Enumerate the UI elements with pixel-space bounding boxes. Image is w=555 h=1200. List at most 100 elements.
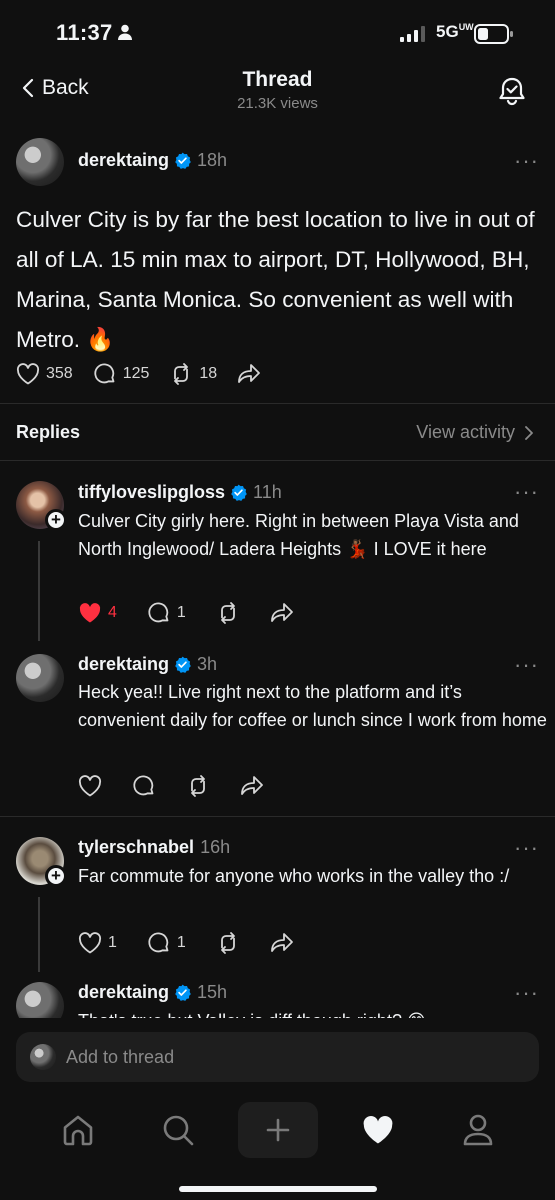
avatar[interactable] xyxy=(16,138,64,186)
network-label: 5GUW xyxy=(436,22,474,41)
repost-button[interactable] xyxy=(186,774,210,798)
plus-icon xyxy=(266,1118,290,1142)
follow-plus-icon[interactable]: + xyxy=(45,865,67,887)
reply-item: + tiffyloveslipgloss 11h ··· Culver City … xyxy=(0,461,555,644)
like-count: 1 xyxy=(108,934,117,951)
main-post: derektaing 18h ··· Culver City is by far … xyxy=(0,126,555,402)
avatar[interactable] xyxy=(16,654,64,702)
tab-home[interactable] xyxy=(38,1102,118,1158)
comment-icon xyxy=(133,775,154,796)
heart-icon xyxy=(78,775,102,797)
tab-profile[interactable] xyxy=(438,1102,518,1158)
comment-button[interactable]: 1 xyxy=(147,931,186,955)
thread-connector xyxy=(38,897,40,972)
like-count: 358 xyxy=(46,365,73,382)
person-icon xyxy=(118,24,132,40)
share-icon xyxy=(270,933,293,952)
tab-create[interactable] xyxy=(238,1102,318,1158)
reply-author-row: tylerschnabel 16h xyxy=(78,837,230,858)
reply-time: 3h xyxy=(197,654,218,674)
tab-activity[interactable] xyxy=(338,1102,418,1158)
follow-plus-icon[interactable]: + xyxy=(45,509,67,531)
share-icon xyxy=(270,603,293,622)
composer-placeholder: Add to thread xyxy=(66,1047,175,1067)
like-button[interactable]: 358 xyxy=(16,363,73,385)
post-time: 18h xyxy=(197,150,228,170)
comment-icon xyxy=(94,363,115,384)
share-button[interactable] xyxy=(240,775,264,797)
reply-time: 11h xyxy=(253,482,282,502)
heart-icon xyxy=(78,932,102,954)
share-icon xyxy=(241,776,263,795)
post-username[interactable]: derektaing xyxy=(78,150,169,170)
repost-count: 18 xyxy=(199,365,218,382)
verified-badge-icon xyxy=(175,656,191,673)
more-options-icon[interactable]: ··· xyxy=(514,835,539,861)
reply-text: That's true but Valley is diff though ri… xyxy=(78,1008,548,1018)
reply-item: derektaing 3h ··· Heck yea!! Live right n… xyxy=(0,644,555,816)
repost-button[interactable] xyxy=(216,601,240,625)
view-activity-link[interactable]: View activity xyxy=(416,422,533,443)
post-text: Culver City is by far the best location … xyxy=(16,207,535,352)
reply-username[interactable]: tiffyloveslipgloss xyxy=(78,482,225,502)
like-count: 4 xyxy=(108,604,117,621)
more-options-icon[interactable]: ··· xyxy=(514,652,539,678)
more-options-icon[interactable]: ··· xyxy=(514,148,539,174)
reply-author-row: derektaing 15h xyxy=(78,982,227,1003)
thread-connector xyxy=(38,541,40,641)
reply-author-row: tiffyloveslipgloss 11h xyxy=(78,482,282,503)
repost-icon xyxy=(220,932,235,954)
comment-button[interactable]: 125 xyxy=(93,362,149,386)
reply-username[interactable]: tylerschnabel xyxy=(78,837,194,857)
repost-button[interactable]: 18 xyxy=(169,362,217,386)
avatar xyxy=(30,1044,56,1070)
reply-time: 15h xyxy=(197,982,228,1002)
notification-bell-icon[interactable] xyxy=(498,76,526,106)
view-count: 21.3K views xyxy=(237,95,318,112)
chevron-right-icon xyxy=(525,425,533,440)
verified-badge-icon xyxy=(175,984,191,1001)
reply-time: 16h xyxy=(200,837,231,857)
more-options-icon[interactable]: ··· xyxy=(514,479,539,505)
reply-text: Far commute for anyone who works in the … xyxy=(78,866,510,886)
status-bar: 11:37 5GUW xyxy=(0,0,555,62)
share-button[interactable] xyxy=(237,363,261,385)
search-icon xyxy=(163,1115,194,1146)
add-to-thread-input[interactable]: Add to thread xyxy=(16,1032,539,1082)
bottom-tab-bar xyxy=(0,1092,555,1200)
like-button[interactable] xyxy=(78,775,102,797)
reply-item: + tylerschnabel 16h ··· Far commute for a… xyxy=(0,817,555,972)
repost-button[interactable] xyxy=(216,931,240,955)
comment-icon xyxy=(148,602,169,623)
verified-badge-icon xyxy=(175,152,191,169)
reply-text: Heck yea!! Live right next to the platfo… xyxy=(78,682,547,730)
share-button[interactable] xyxy=(270,602,294,624)
comment-button[interactable] xyxy=(132,774,156,798)
comment-icon xyxy=(148,932,169,953)
more-options-icon[interactable]: ··· xyxy=(514,980,539,1006)
post-author-row: derektaing 18h xyxy=(78,150,227,171)
battery-icon xyxy=(474,24,513,44)
home-icon xyxy=(63,1115,93,1146)
like-button[interactable]: 1 xyxy=(78,932,117,954)
profile-icon xyxy=(463,1114,493,1146)
repost-icon xyxy=(220,602,235,624)
verified-badge-icon xyxy=(231,484,247,501)
page-title: Thread xyxy=(242,68,313,91)
avatar[interactable] xyxy=(16,982,64,1018)
replies-header: Replies View activity xyxy=(0,403,555,461)
share-button[interactable] xyxy=(270,932,294,954)
reply-actions: 1 1 xyxy=(78,931,294,955)
replies-label: Replies xyxy=(16,422,81,442)
reply-username[interactable]: derektaing xyxy=(78,982,169,1002)
home-indicator xyxy=(179,1186,377,1192)
repost-icon xyxy=(174,363,189,385)
heart-filled-icon xyxy=(79,603,101,623)
like-button[interactable]: 4 xyxy=(78,602,117,624)
reply-username[interactable]: derektaing xyxy=(78,654,169,674)
tab-search[interactable] xyxy=(138,1102,218,1158)
reply-author-row: derektaing 3h xyxy=(78,654,217,675)
status-time: 11:37 xyxy=(56,20,113,45)
reply-item: derektaing 15h ··· That's true but Valley… xyxy=(0,972,555,1018)
comment-button[interactable]: 1 xyxy=(147,601,186,625)
